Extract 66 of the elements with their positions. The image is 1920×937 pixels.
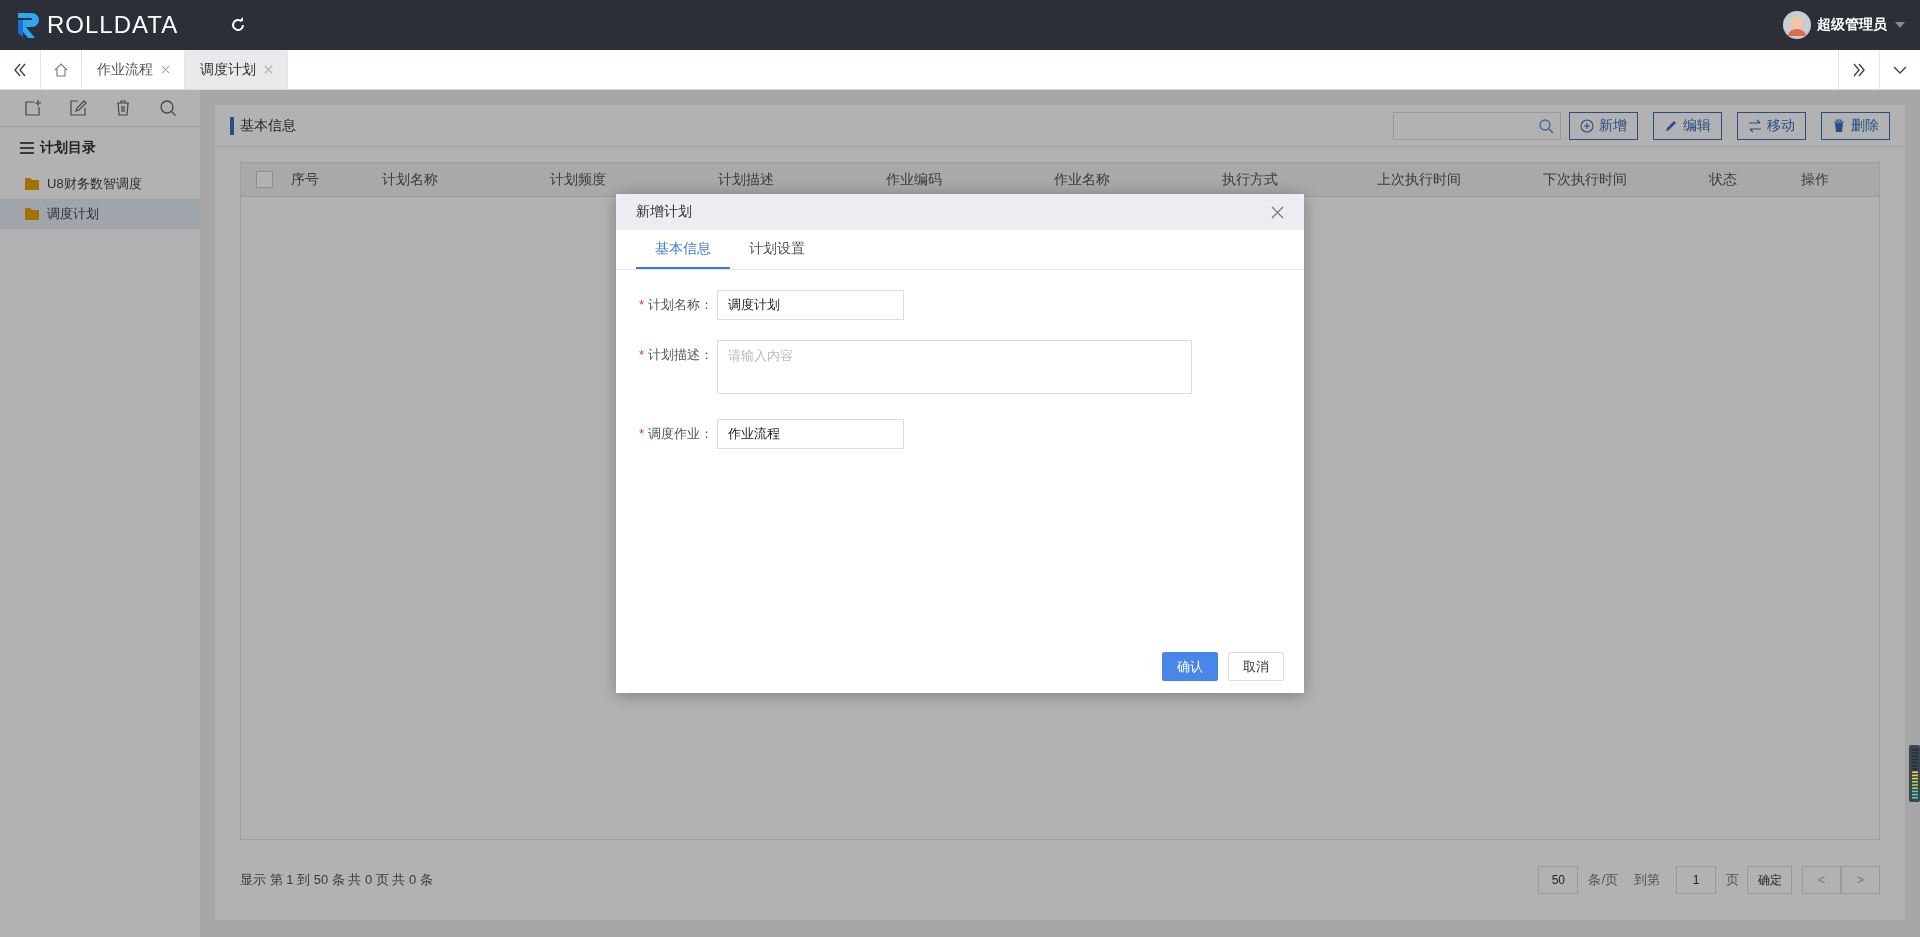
field-label: 计划名称： [648, 297, 713, 312]
page-unit: 页 [1726, 871, 1739, 889]
section-title: 基本信息 [230, 116, 296, 135]
logo-icon [15, 10, 41, 40]
trash-icon [1832, 118, 1846, 133]
checkbox[interactable] [256, 171, 273, 188]
page-number-field[interactable]: 1 [1676, 866, 1716, 894]
field-label: 计划描述： [648, 347, 713, 362]
pencil-icon [1664, 118, 1678, 133]
menu-icon [20, 142, 34, 154]
column-header: 作业名称 [1054, 170, 1110, 187]
column-header: 状态 [1709, 170, 1737, 187]
column-header: 序号 [291, 170, 319, 187]
search-field[interactable] [1393, 111, 1561, 140]
column-header: 计划名称 [382, 170, 438, 187]
column-header: 计划描述 [718, 170, 774, 187]
plus-circle-icon [1580, 118, 1594, 133]
description-field[interactable]: 请输入内容 [717, 340, 1192, 394]
caret-icon[interactable] [1895, 22, 1905, 28]
search-icon[interactable] [1539, 118, 1554, 134]
column-header: 执行方式 [1222, 170, 1278, 187]
toolbar-button[interactable]: 删除 [1821, 111, 1890, 140]
close-icon[interactable] [1271, 205, 1284, 219]
search-icon[interactable] [158, 99, 177, 117]
tree-item[interactable]: 调度计划 [0, 199, 200, 229]
goto-label: 到第 [1634, 871, 1660, 889]
toolbar-button[interactable]: 新增 [1569, 111, 1638, 140]
dialog-tab[interactable]: 基本信息 [636, 230, 730, 269]
logo-text: ROLLDATA [47, 11, 179, 39]
required-mark: * [638, 426, 644, 441]
home-icon[interactable] [53, 61, 69, 78]
cancel-button[interactable]: 取消 [1228, 652, 1284, 681]
field-label: 调度作业： [648, 426, 713, 441]
column-header: 操作 [1801, 170, 1829, 187]
add-folder-icon[interactable] [23, 99, 42, 117]
double-chevron-left-icon[interactable] [12, 61, 28, 78]
dialog-tab[interactable]: 计划设置 [730, 230, 824, 269]
input-field[interactable]: 作业流程 [717, 419, 904, 449]
page-tab[interactable]: 调度计划 [185, 50, 288, 89]
close-icon[interactable] [161, 65, 170, 74]
page-size-unit: 条/页 [1588, 871, 1618, 889]
input-field[interactable]: 调度计划 [717, 290, 904, 320]
column-header: 作业编码 [886, 170, 942, 187]
avatar-icon[interactable] [1783, 11, 1811, 39]
meter-icon [1909, 745, 1920, 802]
dialog-title: 新增计划 [636, 203, 692, 221]
swap-arrows-icon [1748, 118, 1762, 133]
pagination-summary: 显示 第 1 到 50 条 共 0 页 共 0 条 [240, 871, 433, 889]
page-size-field[interactable]: 50 [1538, 866, 1579, 894]
toolbar-button[interactable]: 移动 [1737, 111, 1806, 140]
required-mark: * [638, 297, 644, 312]
folder-icon [25, 208, 39, 220]
folder-icon [25, 178, 39, 190]
edit-icon[interactable] [68, 99, 87, 117]
column-header: 上次执行时间 [1377, 170, 1461, 187]
refresh-icon[interactable] [230, 17, 247, 33]
tree-title: 计划目录 [40, 139, 96, 157]
go-button[interactable]: 确定 [1747, 866, 1792, 894]
user-name[interactable]: 超级管理员 [1817, 16, 1887, 34]
double-chevron-right-icon[interactable] [1851, 61, 1867, 78]
column-header: 下次执行时间 [1543, 170, 1627, 187]
confirm-button[interactable]: 确认 [1162, 652, 1218, 681]
required-mark: * [638, 347, 644, 362]
tree-item[interactable]: U8财务数智调度 [0, 169, 200, 199]
toolbar-button[interactable]: 编辑 [1653, 111, 1722, 140]
column-header: 计划频度 [550, 170, 606, 187]
